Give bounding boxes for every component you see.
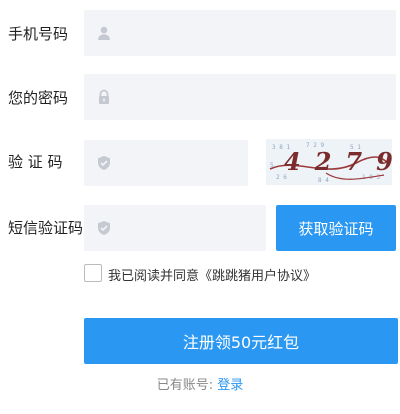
login-prompt: 已有账号: 登录 bbox=[0, 374, 400, 393]
phone-label: 手机号码 bbox=[8, 25, 69, 43]
sms-field[interactable] bbox=[84, 205, 266, 253]
agreement-text: 我已阅读并同意《跳跳猪用户协议》 bbox=[108, 265, 316, 284]
agreement-prefix: 我已阅读并同意 bbox=[108, 269, 200, 284]
lock-icon bbox=[96, 89, 112, 105]
sms-label: 短信验证码 bbox=[8, 219, 84, 237]
captcha-image[interactable]: 3 8 17 2 95 1 2 68 41 9 3 75 4279 bbox=[266, 139, 392, 185]
register-button[interactable]: 注册领50元红包 bbox=[84, 318, 398, 364]
phone-input[interactable] bbox=[122, 10, 392, 58]
shield-icon bbox=[96, 155, 112, 171]
password-label: 您的密码 bbox=[8, 89, 69, 107]
have-account-text: 已有账号: bbox=[156, 378, 214, 393]
svg-text:8 4: 8 4 bbox=[318, 177, 329, 184]
phone-field[interactable] bbox=[84, 10, 396, 58]
agreement-checkbox[interactable] bbox=[84, 264, 102, 282]
captcha-field[interactable] bbox=[84, 140, 248, 188]
login-link[interactable]: 登录 bbox=[217, 378, 243, 393]
user-agreement-link[interactable]: 《跳跳猪用户协议》 bbox=[199, 269, 316, 284]
password-field[interactable] bbox=[84, 74, 396, 122]
captcha-label: 验 证 码 bbox=[8, 153, 63, 171]
user-icon bbox=[96, 25, 112, 41]
captcha-input[interactable] bbox=[122, 140, 244, 188]
sms-input[interactable] bbox=[122, 205, 262, 253]
password-input[interactable] bbox=[122, 74, 392, 122]
captcha-text: 4279 bbox=[284, 147, 392, 176]
get-sms-code-button[interactable]: 获取验证码 bbox=[276, 205, 396, 251]
shield-icon bbox=[96, 220, 112, 236]
